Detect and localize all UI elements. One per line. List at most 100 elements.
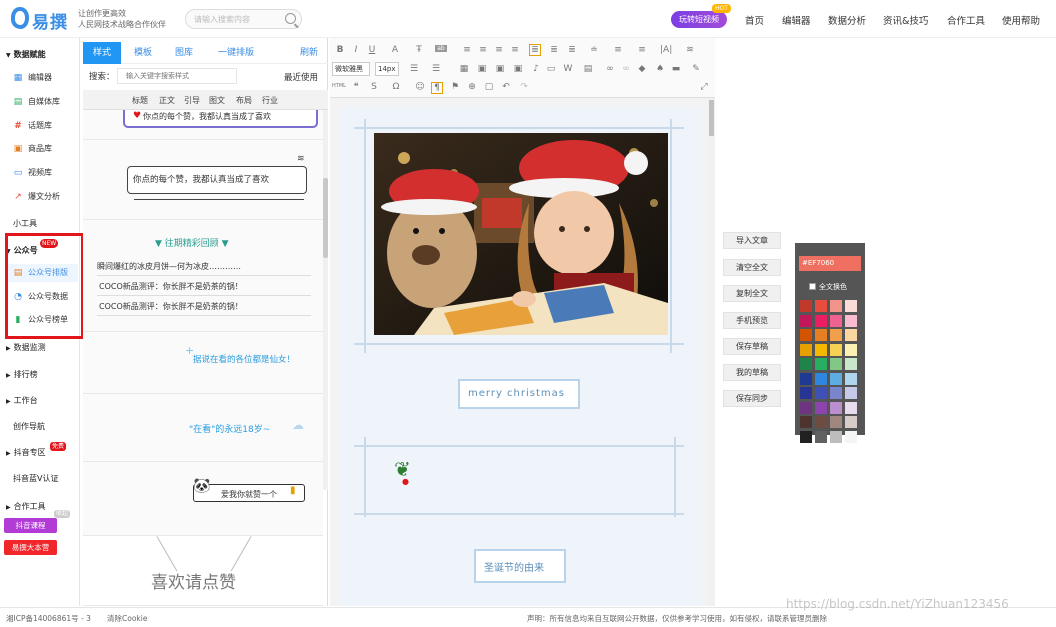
hex-input[interactable]: #EF7060 — [799, 256, 861, 271]
style-card-5[interactable]: "在看"的永远18岁~ ☁ — [83, 394, 323, 462]
short-video-button[interactable]: 玩转短视频 — [671, 11, 727, 28]
color-swatch[interactable] — [800, 430, 812, 443]
sidebar-item-goods-lib[interactable]: ▣ 商品库 — [0, 140, 80, 158]
color-swatch[interactable] — [800, 343, 812, 356]
color-swatch[interactable] — [845, 343, 857, 356]
color-swatch[interactable] — [815, 358, 827, 370]
color-swatch[interactable] — [830, 416, 842, 428]
color-swatch[interactable] — [815, 314, 827, 327]
video-icon[interactable]: ▭ — [545, 64, 557, 74]
save-draft-button[interactable]: 保存草稿 — [723, 338, 781, 355]
section-workbench[interactable]: ▶ 工作台 — [6, 395, 38, 406]
section-data[interactable]: ▼ 数据赋能 — [6, 49, 46, 60]
panel-scroll-thumb[interactable] — [323, 178, 328, 258]
font-color-icon[interactable]: A — [389, 45, 401, 55]
list-icon[interactable]: ☰ — [408, 64, 420, 74]
collapse-badge[interactable]: 收起 — [54, 510, 71, 518]
tab-gallery[interactable]: 图库 — [169, 42, 199, 64]
color-swatch[interactable] — [800, 314, 812, 327]
style-card-7[interactable]: 喜欢请点赞 — [83, 536, 323, 606]
eraser-icon[interactable]: ◆ — [636, 64, 648, 74]
spacing-icon[interactable]: ≐ — [588, 45, 600, 55]
align-left-icon[interactable]: ≡ — [461, 45, 473, 55]
color-swatch[interactable] — [830, 358, 842, 370]
logo-icon[interactable] — [11, 7, 29, 29]
bold-icon[interactable]: B — [334, 45, 346, 55]
format-icon[interactable]: ¶ — [431, 82, 443, 94]
style-card-6[interactable]: 🐼 爱我你就赞一个 ▮ — [83, 462, 323, 536]
strikethrough-icon[interactable]: S — [368, 82, 380, 92]
save-sync-button[interactable]: 保存同步 — [723, 390, 781, 407]
color-swatch[interactable] — [815, 343, 827, 356]
color-swatch[interactable] — [815, 329, 827, 341]
link-icon[interactable]: ∞ — [604, 64, 616, 74]
section-douyin[interactable]: ▶ 抖音专区 — [6, 447, 46, 458]
gallery-icon[interactable]: ▣ — [512, 64, 524, 74]
style-card-3[interactable]: ▼ 往期精彩回顾 ▼ 瞬间爆红的冰皮月饼—何为冰皮………… COCO新品测评：你… — [83, 220, 323, 332]
cat-image-text[interactable]: 图文 — [209, 95, 225, 106]
style-card-4[interactable]: + 据说在看的各位都是仙女！ — [83, 332, 323, 394]
sidebar-item-media-lib[interactable]: ▤ 自媒体库 — [0, 93, 80, 111]
color-swatch[interactable] — [845, 387, 857, 399]
html-icon[interactable]: HTML — [332, 83, 346, 89]
align-center-icon[interactable]: ≡ — [477, 45, 489, 55]
color-swatch[interactable] — [830, 401, 842, 414]
copy-all-button[interactable]: 复制全文 — [723, 285, 781, 302]
nav-editor[interactable]: 编辑器 — [782, 13, 811, 27]
color-swatch[interactable] — [845, 329, 857, 341]
redo-icon[interactable]: ↷ — [518, 82, 530, 92]
my-drafts-button[interactable]: 我的草稿 — [723, 364, 781, 381]
color-swatch[interactable] — [830, 300, 842, 312]
paint-icon[interactable]: ♠ — [654, 64, 666, 74]
para-after-icon[interactable]: ≡ — [636, 45, 648, 55]
cat-guide[interactable]: 引导 — [184, 95, 200, 106]
style-card-2[interactable]: 你点的每个赞，我都认真当成了喜欢 ≋ — [83, 140, 323, 220]
nav-data-analysis[interactable]: 数据分析 — [828, 13, 866, 27]
nav-help[interactable]: 使用帮助 — [1002, 13, 1040, 27]
icp-link[interactable]: 湘ICP备14006861号 - 3 — [6, 613, 91, 624]
align-justify-icon[interactable]: ≡ — [509, 45, 521, 55]
search-replace-icon[interactable]: ⊕ — [466, 82, 478, 92]
style-search-input[interactable] — [117, 68, 237, 84]
section-ranking[interactable]: ▶ 排行榜 — [6, 369, 38, 380]
clear-cookie-link[interactable]: 清除Cookie — [107, 613, 147, 624]
recent-use[interactable]: 最近使用 — [284, 71, 318, 83]
bg-color-icon[interactable]: ab — [435, 45, 447, 52]
indent-icon[interactable]: ≣ — [529, 44, 541, 56]
table-icon[interactable]: ▦ — [458, 64, 470, 74]
color-swatch[interactable] — [830, 372, 842, 385]
sidebar-item-video-lib[interactable]: ▭ 视频库 — [0, 164, 80, 182]
section-monitor[interactable]: ▶ 数据监测 — [6, 342, 46, 353]
creation-nav[interactable]: 创作导航 — [13, 421, 45, 432]
sidebar-item-topic-lib[interactable]: # 话题库 — [0, 117, 80, 135]
search-box[interactable]: 请输入搜索内容 — [185, 9, 302, 29]
highlight-icon[interactable]: ▬ — [670, 64, 682, 74]
color-swatch[interactable] — [815, 430, 827, 443]
section-coop-tools[interactable]: ▶ 合作工具 — [6, 501, 46, 512]
font-size-select[interactable]: 14px — [375, 62, 399, 76]
font-family-select[interactable]: 微软雅黑 — [332, 62, 370, 76]
tab-template[interactable]: 模板 — [128, 42, 158, 64]
color-swatch[interactable] — [815, 416, 827, 428]
unlink-icon[interactable]: ∞ — [620, 64, 632, 74]
mic-icon[interactable]: ♪ — [530, 64, 542, 74]
align-right-icon[interactable]: ≡ — [493, 45, 505, 55]
sidebar-item-hot-analysis[interactable]: ↗ 爆文分析 — [0, 188, 80, 206]
letter-spacing-icon[interactable]: |A| — [660, 45, 672, 55]
clear-all-button[interactable]: 清空全文 — [723, 259, 781, 276]
search-icon[interactable] — [285, 13, 296, 24]
word-icon[interactable]: W — [562, 64, 574, 74]
sidebar-item-editor[interactable]: ▦ 编辑器 — [0, 69, 80, 87]
editor-scrollbar[interactable] — [708, 98, 715, 606]
color-swatch[interactable] — [845, 416, 857, 428]
magic-icon[interactable]: ✎ — [690, 64, 702, 74]
color-swatch[interactable] — [845, 300, 857, 312]
tab-style[interactable]: 样式 — [83, 42, 121, 64]
image-icon[interactable]: ▣ — [476, 64, 488, 74]
nav-home[interactable]: 首页 — [745, 13, 764, 27]
cat-layout[interactable]: 布局 — [236, 95, 252, 106]
emoji-icon[interactable]: ☺ — [414, 82, 426, 92]
refresh-button[interactable]: 刷新 — [296, 42, 322, 64]
color-swatch[interactable] — [815, 387, 827, 399]
douyin-course-button[interactable]: 抖音课程 — [4, 518, 57, 533]
